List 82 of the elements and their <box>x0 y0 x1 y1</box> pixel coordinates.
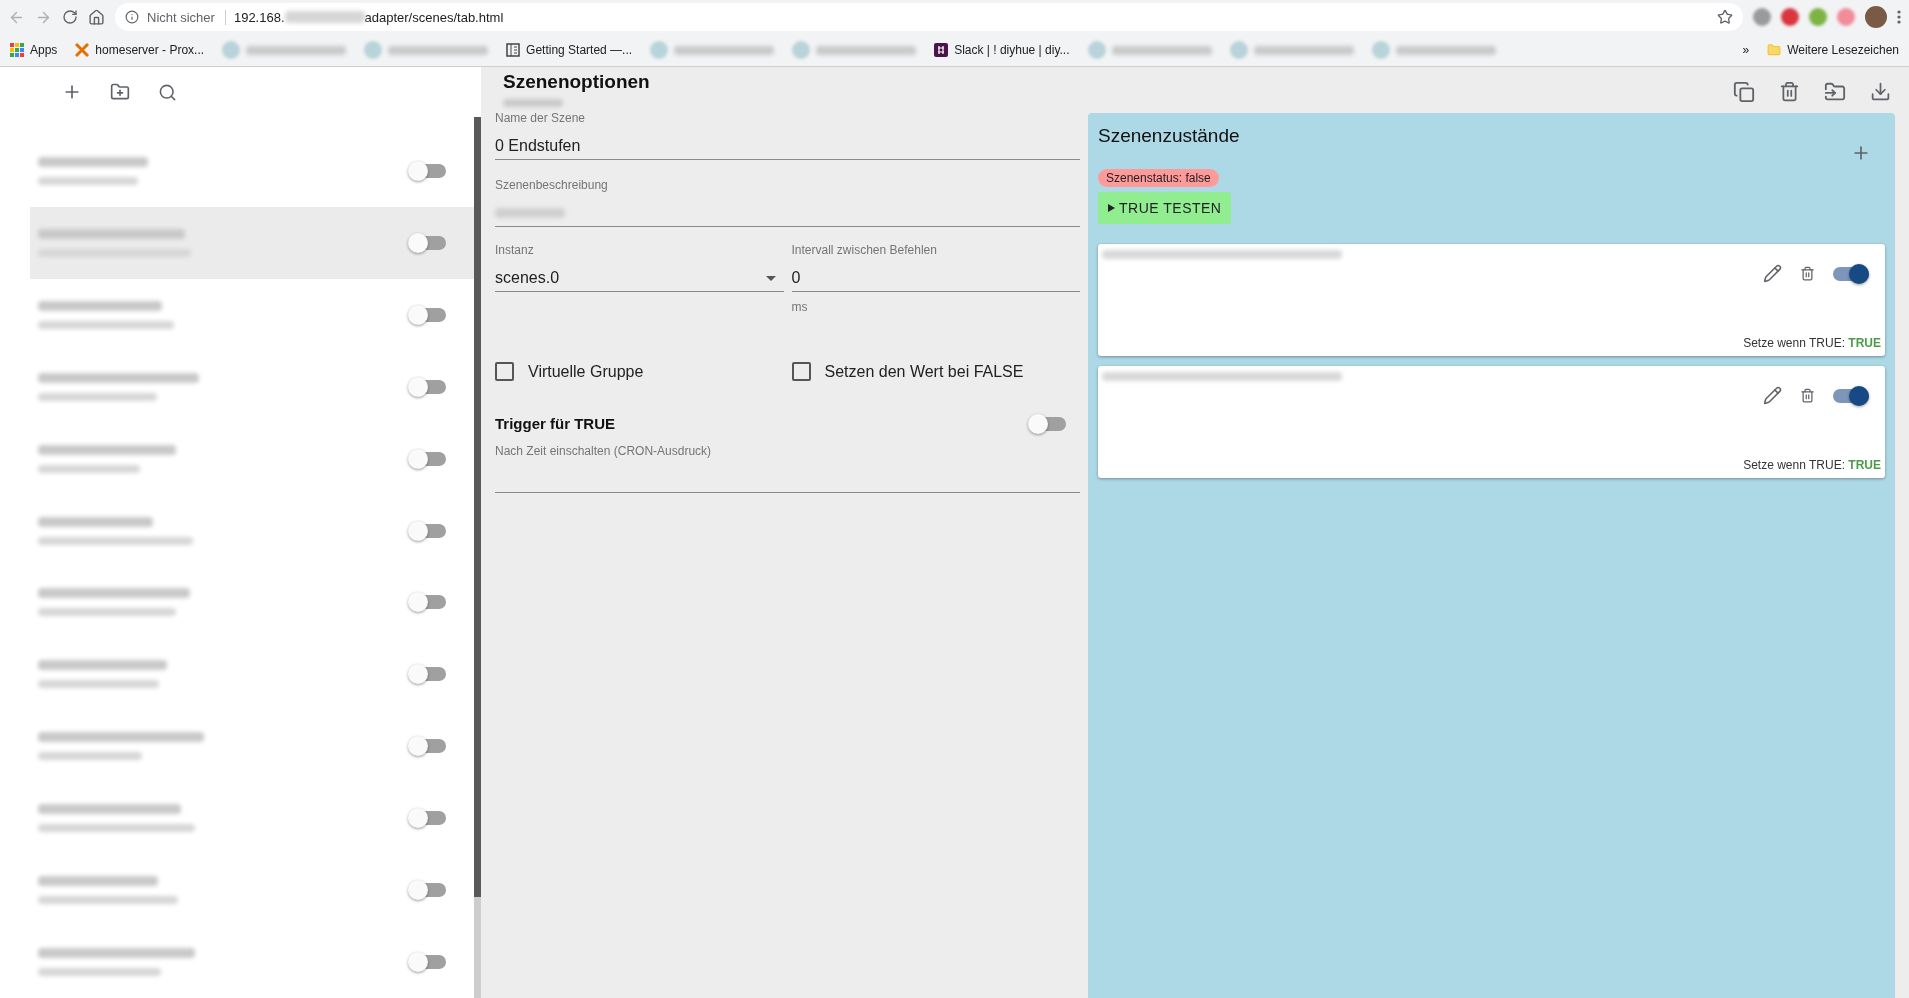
panel-title: Szenenzustände <box>1098 125 1240 148</box>
field-label: Intervall zwischen Befehlen <box>791 243 938 257</box>
checkbox-label: Virtuelle Gruppe <box>528 362 644 381</box>
scene-list-item[interactable] <box>30 206 474 279</box>
panel-title: Szenenoptionen <box>503 71 650 93</box>
book-icon <box>506 43 521 57</box>
bookmark[interactable]: Getting Started —... <box>506 43 633 57</box>
caret-icon <box>765 275 776 281</box>
move-folder-icon[interactable] <box>1824 81 1846 103</box>
play-icon <box>1108 204 1115 212</box>
delete-icon[interactable] <box>1800 388 1815 403</box>
status-badge: Szenenstatus: false <box>1098 169 1219 187</box>
delete-icon[interactable] <box>1800 266 1815 281</box>
bookmark[interactable]: Apps <box>10 43 58 57</box>
star-icon[interactable] <box>1717 9 1733 25</box>
toggle-switch[interactable] <box>1030 416 1066 431</box>
bookmark-icon <box>1371 41 1390 59</box>
info-icon <box>125 10 139 24</box>
state-value-text: Setze wenn TRUE: TRUE <box>1743 336 1881 350</box>
profile-avatar[interactable] <box>1865 6 1887 28</box>
interval-field[interactable]: 0 <box>791 265 1080 292</box>
toggle-switch[interactable] <box>410 739 446 754</box>
add-folder-icon[interactable] <box>110 82 130 102</box>
redacted-text <box>503 99 563 107</box>
download-icon[interactable] <box>1870 81 1891 103</box>
field-label: Nach Zeit einschalten (CRON-Ausdruck) <box>495 444 713 458</box>
field-label: Name der Szene <box>495 111 587 125</box>
bookmark-icon <box>364 41 383 59</box>
slack-logo-icon <box>934 43 949 57</box>
state-value-text: Setze wenn TRUE: TRUE <box>1743 458 1881 472</box>
toggle-switch[interactable] <box>410 163 446 178</box>
bookmark-icon <box>1087 41 1106 59</box>
edit-icon[interactable] <box>1763 386 1782 405</box>
extension-icon[interactable] <box>1781 8 1799 26</box>
instance-select[interactable]: scenes.0 <box>495 265 784 292</box>
toggle-switch[interactable] <box>410 523 446 538</box>
toggle-switch[interactable] <box>410 379 446 394</box>
extension-icon[interactable] <box>1809 8 1827 26</box>
checkbox[interactable] <box>791 362 811 381</box>
section-title: Trigger für TRUE <box>495 415 615 432</box>
extension-icon[interactable] <box>1753 8 1771 26</box>
security-label: Nicht sicher <box>147 9 226 25</box>
toggle-switch[interactable] <box>410 451 446 466</box>
extension-icon[interactable] <box>1837 8 1855 26</box>
test-button[interactable]: TRUE TESTEN <box>1098 192 1232 224</box>
toggle-switch[interactable] <box>1833 266 1869 281</box>
toggle-switch[interactable] <box>410 883 446 898</box>
x-logo-icon <box>75 43 90 57</box>
bookmark-icon <box>222 41 241 59</box>
address-bar[interactable]: Nicht sicher 192.168. adapter/scenes/tab.html <box>115 3 1743 31</box>
scrollbar[interactable] <box>474 117 481 998</box>
more-bookmarks-button[interactable]: » <box>1742 43 1750 57</box>
menu-icon[interactable] <box>1897 9 1901 25</box>
delete-icon[interactable] <box>1779 81 1800 103</box>
url-text: adapter/scenes/tab.html <box>364 9 504 25</box>
toggle-switch[interactable] <box>1833 388 1869 403</box>
folder-icon <box>1767 43 1782 57</box>
edit-icon[interactable] <box>1763 264 1782 283</box>
grid-icon <box>10 43 24 57</box>
toggle-switch[interactable] <box>410 307 446 322</box>
toggle-switch[interactable] <box>410 811 446 826</box>
toggle-switch[interactable] <box>410 955 446 970</box>
reload-icon[interactable] <box>62 9 78 25</box>
bookmark-icon <box>650 41 669 59</box>
bookmark-icon <box>1229 41 1248 59</box>
toggle-switch[interactable] <box>410 595 446 610</box>
unit-label: ms <box>791 300 809 314</box>
copy-icon[interactable] <box>1733 81 1755 103</box>
bookmark[interactable]: homeserver - Prox... <box>75 43 205 57</box>
checkbox-label: Setzen den Wert bei FALSE <box>824 362 1024 381</box>
bookmark[interactable]: Slack | ! diyhue | diy... <box>934 43 1070 57</box>
url-text: 192.168. <box>233 9 285 25</box>
field-label: Instanz <box>495 243 535 257</box>
name-field[interactable]: 0 Endstufen <box>495 133 1080 160</box>
home-icon[interactable] <box>88 8 105 26</box>
toggle-switch[interactable] <box>410 235 446 250</box>
search-icon[interactable] <box>158 82 177 102</box>
toggle-switch[interactable] <box>410 667 446 682</box>
field-label: Szenenbeschreibung <box>495 178 609 192</box>
bookmark-folder[interactable]: Weitere Lesezeichen <box>1767 43 1899 57</box>
bookmark-icon <box>792 41 811 59</box>
checkbox[interactable] <box>495 362 514 381</box>
